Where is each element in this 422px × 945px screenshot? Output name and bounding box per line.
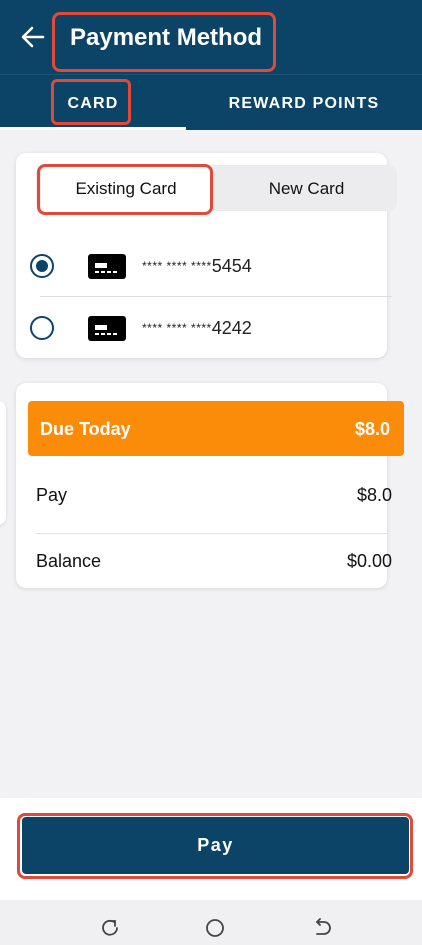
offscreen-card-edge — [0, 401, 6, 525]
balance-label: Balance — [36, 551, 102, 571]
card-row-divider — [40, 296, 392, 297]
summary-divider — [36, 533, 388, 534]
card-2-radio[interactable] — [30, 316, 54, 340]
card-2-number: **** **** ****4242 — [142, 318, 252, 339]
balance-value: $0.00 — [346, 551, 392, 571]
card-2-last4: 4242 — [211, 318, 252, 338]
tab-card-highlight — [51, 79, 131, 125]
tab-selected-indicator — [0, 127, 186, 130]
pay-button-highlight — [17, 813, 413, 879]
card-1-mask: **** **** **** — [142, 259, 212, 273]
recent-apps-icon[interactable] — [100, 918, 120, 938]
back-arrow-icon[interactable] — [18, 22, 48, 52]
card-1-radio-selected[interactable] — [30, 254, 54, 278]
card-2-mask: **** **** **** — [142, 321, 212, 335]
due-today-label: Due Today — [40, 419, 131, 439]
pay-value: $8.0 — [356, 485, 392, 505]
existing-card-highlight — [37, 164, 213, 215]
home-icon[interactable] — [205, 918, 225, 938]
toolbar-divider — [0, 74, 422, 75]
credit-card-icon — [88, 316, 126, 341]
new-card-button[interactable]: New Card — [216, 166, 397, 212]
card-1-last4: 5454 — [211, 256, 252, 276]
card-1-number: **** **** ****5454 — [142, 256, 252, 277]
pay-label: Pay — [36, 485, 68, 505]
credit-card-icon — [88, 254, 126, 279]
due-today-value: $8.0 — [354, 419, 390, 439]
back-nav-icon[interactable] — [312, 918, 332, 938]
due-today-banner: Due Today $8.0 — [28, 401, 404, 456]
tab-reward-points[interactable]: REWARD POINTS — [186, 78, 422, 130]
page-title: Payment Method — [70, 24, 263, 51]
